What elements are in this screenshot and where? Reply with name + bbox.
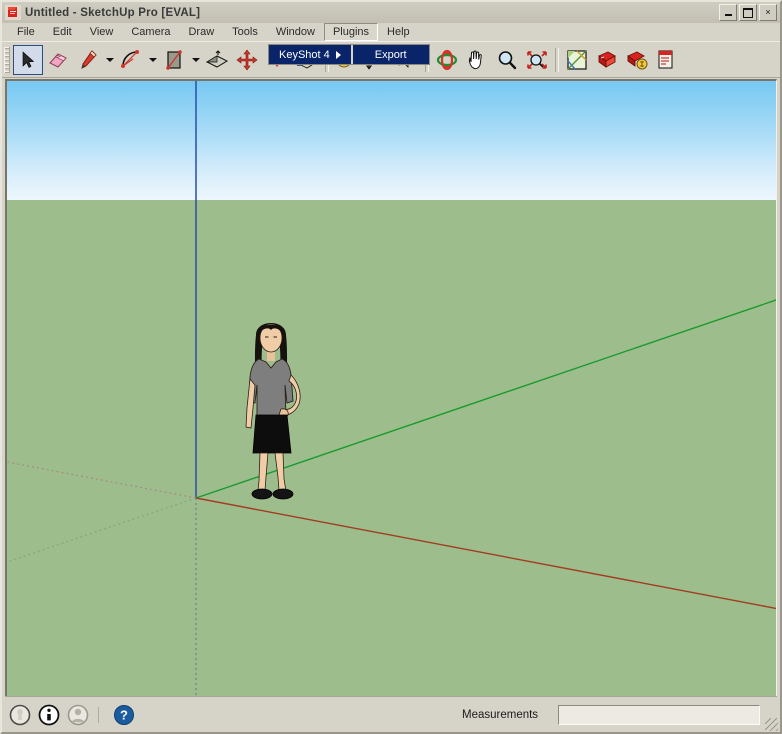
share-model-tool-button[interactable] bbox=[622, 45, 652, 75]
geo-map-icon bbox=[565, 49, 589, 71]
eraser-icon bbox=[47, 50, 69, 70]
move-tool-button[interactable] bbox=[232, 45, 262, 75]
menu-item-keyshot-4[interactable]: KeyShot 4 bbox=[269, 45, 351, 64]
measurements-label: Measurements bbox=[462, 708, 539, 721]
credits-info-icon[interactable] bbox=[38, 704, 60, 726]
rectangle-icon bbox=[164, 49, 184, 71]
menu-view[interactable]: View bbox=[81, 23, 123, 41]
menu-file[interactable]: File bbox=[8, 23, 44, 41]
pencil-tool-button[interactable] bbox=[73, 45, 103, 75]
hand-pan-icon bbox=[466, 49, 488, 71]
eraser-tool-button[interactable] bbox=[43, 45, 73, 75]
rectangle-tool-button[interactable] bbox=[159, 45, 189, 75]
red-axis-positive bbox=[195, 497, 776, 610]
scale-figure-model[interactable] bbox=[229, 305, 313, 502]
rectangle-dropdown-arrow[interactable] bbox=[189, 45, 202, 75]
measurements-box[interactable] bbox=[558, 704, 760, 725]
close-button[interactable]: × bbox=[759, 4, 777, 21]
pushpull-tool-button[interactable] bbox=[202, 45, 232, 75]
extension-warehouse-tool-button[interactable] bbox=[652, 45, 682, 75]
svg-text:?: ? bbox=[120, 707, 128, 722]
status-bar: ? Measurements bbox=[2, 697, 780, 732]
arc-dropdown-arrow[interactable] bbox=[146, 45, 159, 75]
plugins-popup-menu: KeyShot 4 Export bbox=[268, 44, 430, 65]
geo-location-icon[interactable] bbox=[9, 704, 31, 726]
get-models-tool-button[interactable] bbox=[592, 45, 622, 75]
share-model-icon bbox=[625, 49, 649, 71]
model-axes bbox=[7, 81, 776, 696]
menu-tools[interactable]: Tools bbox=[223, 23, 267, 41]
sketchup-application-window: Untitled - SketchUp Pro [EVAL] × File Ed… bbox=[0, 0, 782, 734]
menu-camera[interactable]: Camera bbox=[122, 23, 179, 41]
warehouse-models-icon bbox=[595, 49, 619, 71]
menu-draw[interactable]: Draw bbox=[179, 23, 223, 41]
arc-icon bbox=[120, 49, 142, 71]
menu-bar: File Edit View Camera Draw Tools Window … bbox=[2, 23, 780, 41]
toolbar-drag-grip[interactable] bbox=[4, 46, 10, 73]
magnifier-zoom-icon bbox=[496, 49, 518, 71]
minimize-button[interactable] bbox=[719, 4, 737, 21]
arc-tool-button[interactable] bbox=[116, 45, 146, 75]
help-question-icon[interactable]: ? bbox=[113, 704, 135, 726]
move-arrows-icon bbox=[236, 49, 258, 71]
zoom-extents-tool-button[interactable] bbox=[522, 45, 552, 75]
add-location-tool-button[interactable] bbox=[562, 45, 592, 75]
orbit-tool-button[interactable] bbox=[432, 45, 462, 75]
arrow-cursor-icon bbox=[18, 50, 38, 70]
menu-window[interactable]: Window bbox=[267, 23, 324, 41]
zoom-extents-icon bbox=[525, 49, 549, 71]
menu-help[interactable]: Help bbox=[378, 23, 419, 41]
menu-edit[interactable]: Edit bbox=[44, 23, 81, 41]
pencil-dropdown-arrow[interactable] bbox=[103, 45, 116, 75]
measurements-input[interactable] bbox=[559, 705, 759, 724]
window-controls: × bbox=[719, 4, 777, 21]
orbit-icon bbox=[435, 49, 459, 71]
maximize-button[interactable] bbox=[739, 4, 757, 21]
drawing-viewport[interactable] bbox=[5, 79, 777, 697]
red-axis-negative bbox=[7, 461, 197, 499]
menu-item-keyshot-4-label: KeyShot 4 bbox=[279, 48, 330, 61]
menu-item-export[interactable]: Export bbox=[352, 45, 429, 64]
user-account-icon[interactable] bbox=[67, 704, 89, 726]
submenu-arrow-icon bbox=[335, 50, 341, 59]
menu-plugins[interactable]: Plugins bbox=[323, 23, 379, 41]
window-title: Untitled - SketchUp Pro [EVAL] bbox=[25, 6, 201, 19]
resize-grip-icon[interactable] bbox=[765, 718, 778, 731]
zoom-tool-button[interactable] bbox=[492, 45, 522, 75]
pushpull-icon bbox=[205, 49, 229, 70]
pan-tool-button[interactable] bbox=[462, 45, 492, 75]
title-bar: Untitled - SketchUp Pro [EVAL] × bbox=[2, 2, 780, 23]
toolbar-separator bbox=[555, 47, 559, 72]
statusbar-separator bbox=[98, 706, 99, 723]
sketchup-logo-icon bbox=[5, 5, 21, 20]
extension-warehouse-icon bbox=[656, 49, 678, 71]
pencil-icon bbox=[78, 49, 98, 71]
select-tool-button[interactable] bbox=[13, 44, 43, 75]
green-axis-negative bbox=[7, 497, 197, 563]
